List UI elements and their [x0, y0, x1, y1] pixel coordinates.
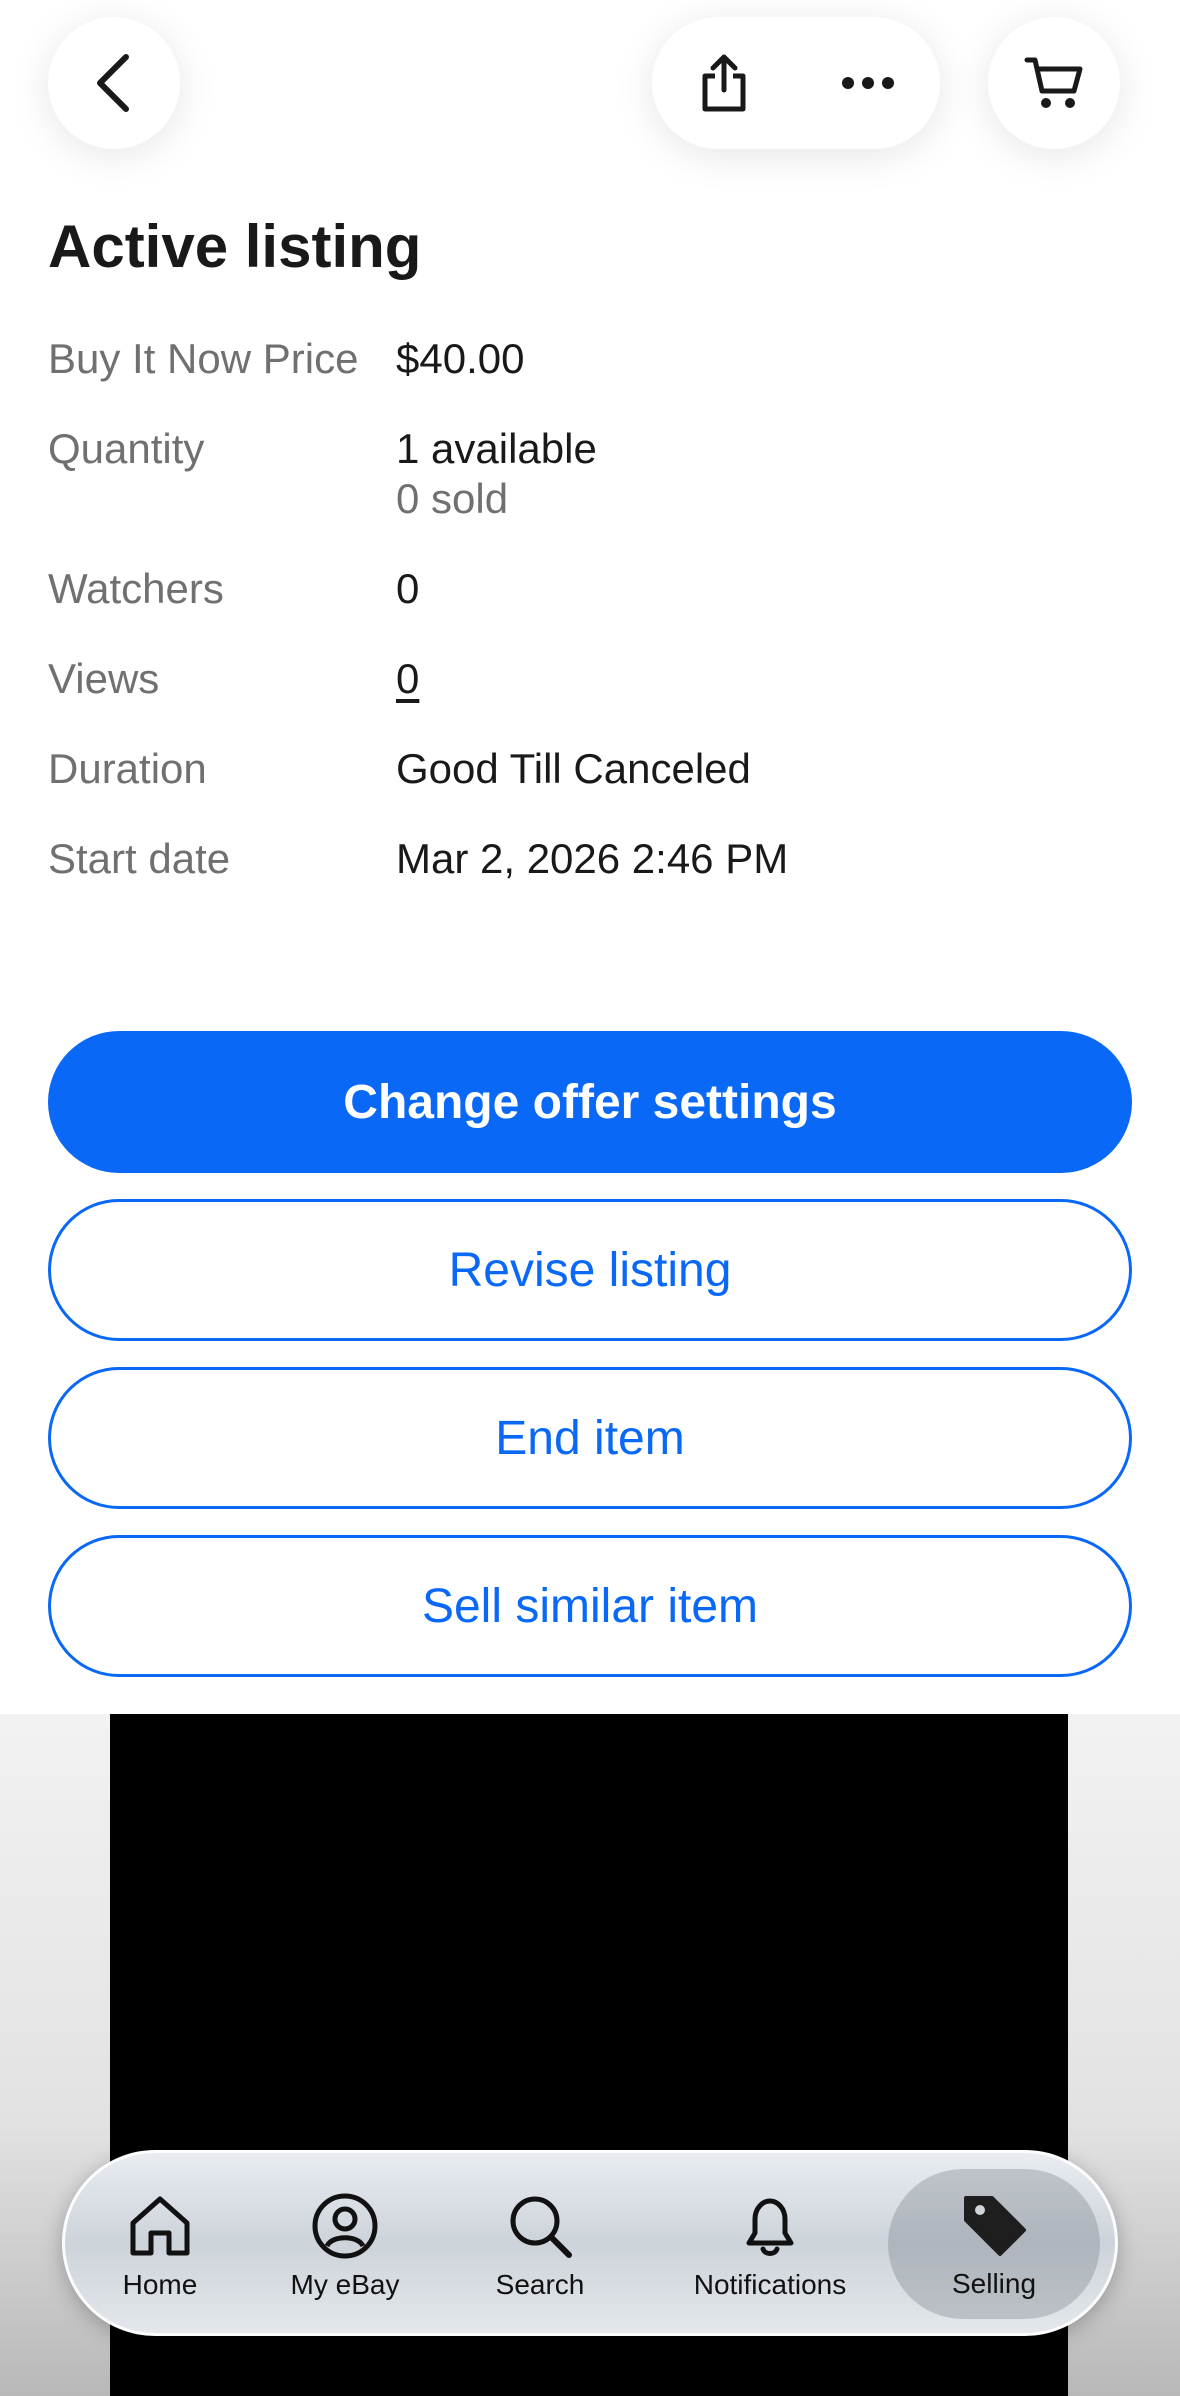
- more-horizontal-icon: [842, 77, 894, 89]
- back-button[interactable]: [48, 17, 180, 149]
- nav-home[interactable]: Home: [85, 2153, 235, 2339]
- detail-label: Watchers: [48, 565, 224, 612]
- section-title: Active listing: [48, 213, 422, 280]
- detail-sub-value: 0 sold: [396, 475, 509, 522]
- detail-row-quantity: Quantity 1 available 0 sold: [48, 424, 1132, 524]
- detail-value: Mar 2, 2026 2:46 PM: [396, 835, 789, 882]
- detail-value-group: 0: [396, 654, 1132, 704]
- views-link[interactable]: 0: [396, 655, 419, 702]
- nav-selling[interactable]: Selling: [888, 2169, 1100, 2319]
- detail-row-price: Buy It Now Price $40.00: [48, 334, 1132, 384]
- cart-button[interactable]: [988, 17, 1120, 149]
- more-button[interactable]: [796, 17, 940, 149]
- detail-value: 0: [396, 565, 420, 612]
- nav-label: My eBay: [290, 2269, 400, 2300]
- detail-value: $40.00: [396, 335, 525, 382]
- top-bar: [0, 0, 1180, 190]
- detail-value: Good Till Canceled: [396, 745, 751, 792]
- nav-search[interactable]: Search: [465, 2153, 615, 2339]
- cart-icon: [1024, 57, 1083, 108]
- detail-label: Views: [48, 655, 160, 702]
- detail-label: Quantity: [48, 425, 205, 472]
- nav-label: Search: [495, 2269, 585, 2300]
- detail-value-group: 1 available 0 sold: [396, 424, 1132, 524]
- detail-value: 1 available: [396, 425, 597, 472]
- sell-similar-item-button[interactable]: Sell similar item: [48, 1535, 1132, 1677]
- tag-icon: [964, 2196, 1026, 2256]
- nav-label: Selling: [951, 2268, 1037, 2299]
- home-icon: [130, 2196, 190, 2256]
- detail-label: Duration: [48, 745, 207, 792]
- share-button[interactable]: [652, 17, 796, 149]
- nav-notifications[interactable]: Notifications: [685, 2153, 855, 2339]
- share-more-group: [652, 17, 940, 149]
- end-item-button[interactable]: End item: [48, 1367, 1132, 1509]
- revise-listing-button[interactable]: Revise listing: [48, 1199, 1132, 1341]
- chevron-left-icon: [97, 54, 129, 112]
- detail-row-views: Views 0: [48, 654, 1132, 704]
- bell-icon: [746, 2198, 794, 2256]
- nav-my-ebay[interactable]: My eBay: [270, 2153, 420, 2339]
- user-circle-icon: [312, 2193, 378, 2259]
- nav-label: Home: [122, 2269, 198, 2300]
- change-offer-settings-button[interactable]: Change offer settings: [48, 1031, 1132, 1173]
- detail-label: Start date: [48, 835, 231, 882]
- detail-row-watchers: Watchers 0: [48, 564, 1132, 614]
- detail-label: Buy It Now Price: [48, 335, 359, 382]
- bottom-nav: Home My eBay Search Notifications Sellin…: [62, 2150, 1118, 2336]
- search-icon: [510, 2196, 572, 2258]
- listing-details: Buy It Now Price $40.00 Quantity 1 avail…: [48, 334, 1132, 924]
- detail-row-duration: Duration Good Till Canceled: [48, 744, 1132, 794]
- share-icon: [702, 54, 746, 112]
- nav-label: Notifications: [693, 2269, 847, 2300]
- detail-row-start-date: Start date Mar 2, 2026 2:46 PM: [48, 834, 1132, 884]
